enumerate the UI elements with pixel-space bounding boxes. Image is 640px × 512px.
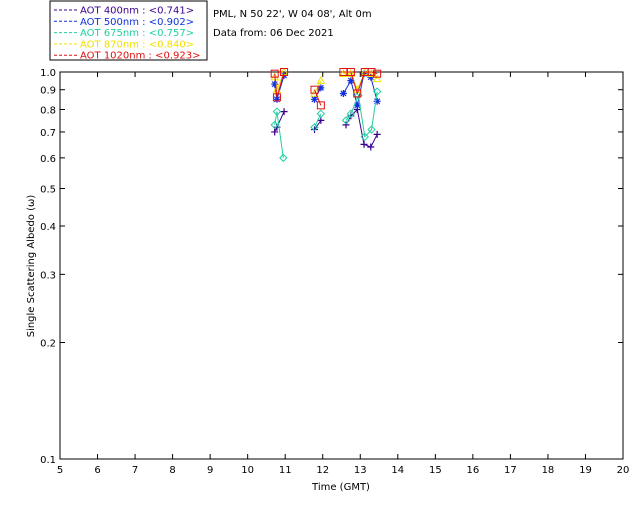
axis-ticks: 5 6 7 8 9 10 11 12 13 14 15 16 17 18 19 20 1.0 0.9 0.8 0.7 0… [40,68,629,476]
y-tick-label: 0.5 [40,184,56,195]
x-tick-label: 18 [542,465,555,476]
y-tick-label: 0.8 [40,106,56,117]
x-tick-label: 14 [391,465,404,476]
y-tick-label: 0.1 [40,455,56,466]
data-point [280,108,288,116]
x-tick-label: 11 [279,465,292,476]
chart: AOT 400nm : <0.741>AOT 500nm : <0.902>AO… [26,0,629,493]
data-point [316,109,326,118]
y-tick-label: 0.6 [40,154,56,165]
plot-frame [59,71,624,460]
y-tick-label: 0.4 [40,222,56,233]
x-tick-label: 6 [94,465,100,476]
x-tick-label: 10 [241,465,254,476]
y-tick-label: 0.9 [40,86,56,97]
x-tick-label: 7 [132,465,138,476]
x-tick-label: 12 [316,465,329,476]
x-tick-label: 16 [466,465,479,476]
x-axis-label: Time (GMT) [311,482,370,493]
data-point [360,140,368,148]
data-point [339,89,347,97]
x-tick-label: 20 [617,465,630,476]
legend-entry: AOT 675nm : <0.757> [80,28,194,39]
series-line [274,71,378,106]
data-point [373,97,381,105]
y-tick-label: 1.0 [40,68,56,79]
x-tick-label: 5 [57,465,63,476]
series-aot-400nm [271,106,381,151]
series-line [274,91,378,158]
series-group [270,67,382,163]
x-tick-label: 15 [429,465,442,476]
y-tick-label: 0.7 [40,128,56,139]
series-aot-675nm [270,87,382,163]
y-tick-label: 0.2 [40,339,56,350]
data-point [316,76,326,84]
x-tick-label: 19 [579,465,592,476]
site-info: PML, N 50 22', W 04 08', Alt 0m [213,9,372,20]
legend-entry: AOT 400nm : <0.741> [80,6,194,17]
x-tick-label: 17 [504,465,517,476]
y-tick-label: 0.3 [40,270,56,281]
series-aot-1020nm [270,68,382,110]
legend-entry: AOT 500nm : <0.902> [80,17,194,28]
data-point [373,130,381,138]
x-tick-label: 9 [207,465,213,476]
legend-entry: AOT 1020nm : <0.923> [80,51,200,62]
y-axis-label: Single Scattering Albedo (ω) [26,195,37,338]
data-point [342,121,350,129]
data-point [367,143,375,151]
legend-entry: AOT 870nm : <0.840> [80,39,194,50]
x-tick-label: 8 [169,465,175,476]
date-info: Data from: 06 Dec 2021 [213,28,334,39]
x-tick-label: 13 [354,465,367,476]
